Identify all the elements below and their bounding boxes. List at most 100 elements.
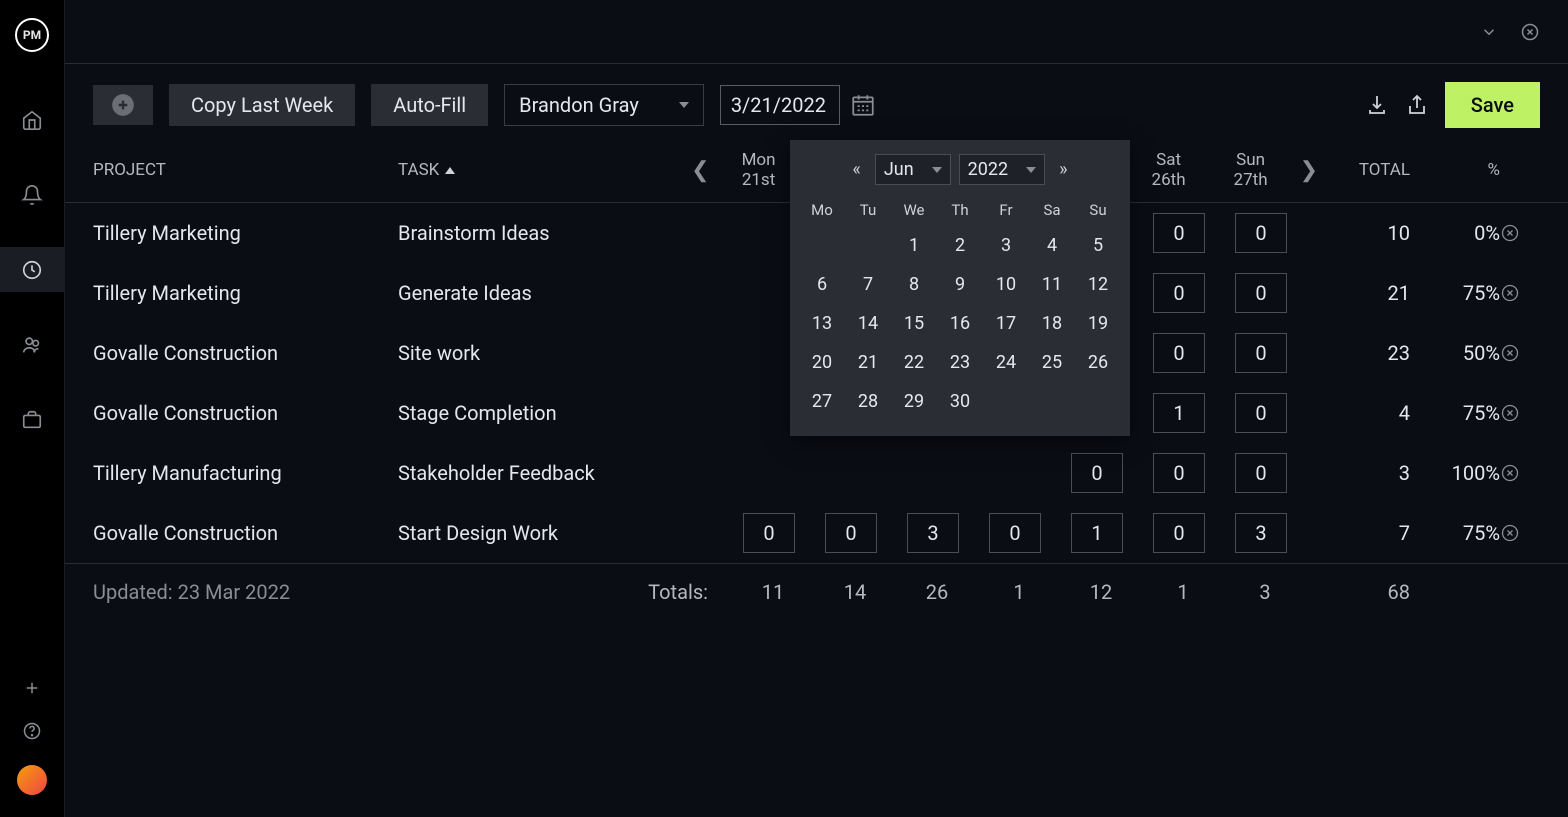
delete-row-button[interactable] [1500, 283, 1540, 303]
datepicker-dow: Mo [800, 195, 844, 225]
datepicker-day[interactable]: 4 [1030, 227, 1074, 264]
app-logo[interactable]: PM [15, 18, 49, 52]
datepicker-day[interactable]: 11 [1030, 266, 1074, 303]
datepicker-month-select[interactable]: Jun [875, 154, 951, 185]
datepicker-day[interactable]: 28 [846, 383, 890, 420]
datepicker-year-select[interactable]: 2022 [959, 154, 1045, 185]
datepicker-day[interactable]: 2 [938, 227, 982, 264]
datepicker-day[interactable]: 18 [1030, 305, 1074, 342]
user-dropdown[interactable]: Brandon Gray [504, 84, 704, 126]
nav-team[interactable] [0, 322, 65, 367]
datepicker-day[interactable]: 12 [1076, 266, 1120, 303]
copy-last-week-button[interactable]: Copy Last Week [169, 84, 355, 126]
datepicker-day[interactable]: 22 [892, 344, 936, 381]
datepicker-day[interactable]: 1 [892, 227, 936, 264]
nav-timesheet[interactable] [0, 247, 65, 292]
delete-row-button[interactable] [1500, 343, 1540, 363]
hour-input[interactable] [1153, 453, 1205, 493]
hour-input[interactable] [1235, 333, 1287, 373]
hour-input[interactable] [1235, 213, 1287, 253]
datepicker-day[interactable]: 16 [938, 305, 982, 342]
row-total: 10 [1326, 221, 1426, 245]
datepicker-next-year[interactable]: » [1053, 155, 1073, 184]
delete-row-button[interactable] [1500, 463, 1540, 483]
prev-week-button[interactable]: ❮ [683, 158, 717, 183]
row-task: Stage Completion [398, 401, 704, 425]
datepicker-day[interactable]: 7 [846, 266, 890, 303]
help-button[interactable] [22, 721, 42, 741]
hour-input[interactable] [743, 513, 795, 553]
briefcase-icon [21, 409, 43, 431]
datepicker-day[interactable]: 17 [984, 305, 1028, 342]
save-button[interactable]: Save [1445, 82, 1540, 128]
import-button[interactable] [1365, 93, 1389, 117]
nav-portfolio[interactable] [0, 397, 65, 442]
datepicker-dow: Sa [1030, 195, 1074, 225]
date-input[interactable] [720, 85, 840, 125]
chevron-down-icon[interactable] [1480, 23, 1498, 41]
chevron-down-icon [1026, 167, 1036, 173]
datepicker-day[interactable]: 25 [1030, 344, 1074, 381]
hour-input[interactable] [1235, 513, 1287, 553]
close-circle-icon [1500, 283, 1520, 303]
datepicker-day[interactable]: 19 [1076, 305, 1120, 342]
datepicker-prev-year[interactable]: « [846, 155, 866, 184]
datepicker-day[interactable]: 3 [984, 227, 1028, 264]
hour-input[interactable] [1153, 393, 1205, 433]
hour-input[interactable] [1153, 273, 1205, 313]
datepicker-day[interactable]: 10 [984, 266, 1028, 303]
datepicker-day[interactable]: 23 [938, 344, 982, 381]
datepicker-day[interactable]: 29 [892, 383, 936, 420]
hour-input[interactable] [1235, 273, 1287, 313]
next-week-button[interactable]: ❯ [1292, 158, 1326, 183]
hour-input[interactable] [1153, 213, 1205, 253]
datepicker-day[interactable]: 27 [800, 383, 844, 420]
total-day-value: 26 [896, 580, 978, 604]
hour-input[interactable] [907, 513, 959, 553]
export-button[interactable] [1405, 93, 1429, 117]
download-icon [1365, 93, 1389, 117]
column-task[interactable]: TASK [398, 160, 683, 180]
datepicker-day[interactable]: 13 [800, 305, 844, 342]
hour-input[interactable] [825, 513, 877, 553]
datepicker-day[interactable]: 30 [938, 383, 982, 420]
row-project: Govalle Construction [93, 341, 398, 365]
hour-input[interactable] [1071, 453, 1123, 493]
row-percent: 100% [1426, 461, 1500, 485]
add-row-button[interactable] [93, 85, 153, 125]
hour-input[interactable] [1153, 333, 1205, 373]
chevron-down-icon [679, 102, 689, 108]
close-circle-icon [1500, 223, 1520, 243]
close-icon[interactable] [1520, 22, 1540, 42]
close-circle-icon [1500, 343, 1520, 363]
nav-home[interactable] [0, 97, 65, 142]
hour-input[interactable] [1235, 453, 1287, 493]
datepicker-day[interactable]: 21 [846, 344, 890, 381]
row-total: 21 [1326, 281, 1426, 305]
datepicker-day[interactable]: 14 [846, 305, 890, 342]
hour-input[interactable] [1235, 393, 1287, 433]
datepicker-day[interactable]: 9 [938, 266, 982, 303]
toolbar: Copy Last Week Auto-Fill Brandon Gray Sa… [65, 64, 1568, 140]
user-avatar[interactable] [17, 765, 47, 795]
row-task: Brainstorm Ideas [398, 221, 704, 245]
hour-input[interactable] [1071, 513, 1123, 553]
column-project[interactable]: PROJECT [93, 160, 398, 180]
nav-notifications[interactable] [0, 172, 65, 217]
delete-row-button[interactable] [1500, 403, 1540, 423]
hour-input[interactable] [1153, 513, 1205, 553]
auto-fill-button[interactable]: Auto-Fill [371, 84, 488, 126]
datepicker-day[interactable]: 5 [1076, 227, 1120, 264]
add-button[interactable] [23, 679, 41, 697]
datepicker-day[interactable]: 26 [1076, 344, 1120, 381]
datepicker-day[interactable]: 8 [892, 266, 936, 303]
delete-row-button[interactable] [1500, 223, 1540, 243]
hour-input[interactable] [989, 513, 1041, 553]
datepicker-day[interactable]: 24 [984, 344, 1028, 381]
datepicker-day[interactable]: 20 [800, 344, 844, 381]
datepicker-day[interactable]: 6 [800, 266, 844, 303]
calendar-button[interactable] [850, 92, 876, 118]
grand-total: 68 [1326, 580, 1426, 604]
datepicker-day[interactable]: 15 [892, 305, 936, 342]
delete-row-button[interactable] [1500, 523, 1540, 543]
